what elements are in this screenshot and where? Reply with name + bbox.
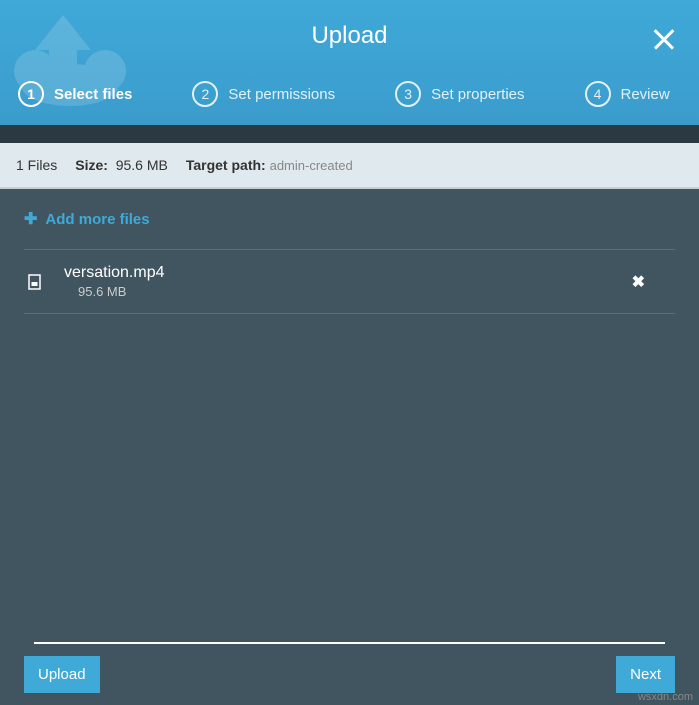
- step-label: Select files: [54, 86, 132, 103]
- size-value: 95.6 MB: [116, 157, 168, 173]
- close-button[interactable]: [651, 26, 677, 52]
- step-set-permissions[interactable]: 2 Set permissions: [192, 81, 335, 107]
- footer-buttons: Upload Next: [24, 656, 675, 693]
- footer-divider: [34, 642, 665, 644]
- file-list-content: ✚ Add more files versation.mp4 95.6 MB ✖: [0, 189, 699, 669]
- add-more-files-button[interactable]: ✚ Add more files: [24, 209, 675, 250]
- file-info: versation.mp4 95.6 MB: [64, 264, 632, 299]
- next-button[interactable]: Next: [616, 656, 675, 693]
- step-label: Set properties: [431, 86, 524, 103]
- step-review[interactable]: 4 Review: [585, 81, 670, 107]
- file-size: 95.6 MB: [78, 284, 632, 299]
- watermark: wsxdn.com: [638, 691, 693, 703]
- separator: [0, 125, 699, 143]
- step-set-properties[interactable]: 3 Set properties: [395, 81, 524, 107]
- add-more-label: Add more files: [45, 211, 149, 228]
- remove-file-button[interactable]: ✖: [632, 272, 645, 292]
- target-path-value: admin-created: [270, 158, 353, 173]
- plus-icon: ✚: [24, 209, 37, 229]
- step-number: 1: [18, 81, 44, 107]
- size-label: Size:: [75, 157, 108, 173]
- step-number: 3: [395, 81, 421, 107]
- step-select-files[interactable]: 1 Select files: [18, 81, 132, 107]
- step-number: 2: [192, 81, 218, 107]
- dialog-header: Upload 1 Select files 2 Set permissions …: [0, 0, 699, 125]
- file-row: versation.mp4 95.6 MB ✖: [24, 250, 675, 314]
- files-count: 1 Files: [16, 157, 57, 173]
- video-file-icon: [28, 274, 44, 290]
- dialog-footer: Upload Next: [24, 642, 675, 693]
- target-path-label: Target path:: [186, 157, 266, 173]
- wizard-steps: 1 Select files 2 Set permissions 3 Set p…: [0, 81, 699, 107]
- file-name: versation.mp4: [64, 264, 632, 282]
- info-bar: 1 Files Size: 95.6 MB Target path: admin…: [0, 143, 699, 189]
- upload-button[interactable]: Upload: [24, 656, 100, 693]
- step-label: Set permissions: [228, 86, 335, 103]
- step-label: Review: [621, 86, 670, 103]
- step-number: 4: [585, 81, 611, 107]
